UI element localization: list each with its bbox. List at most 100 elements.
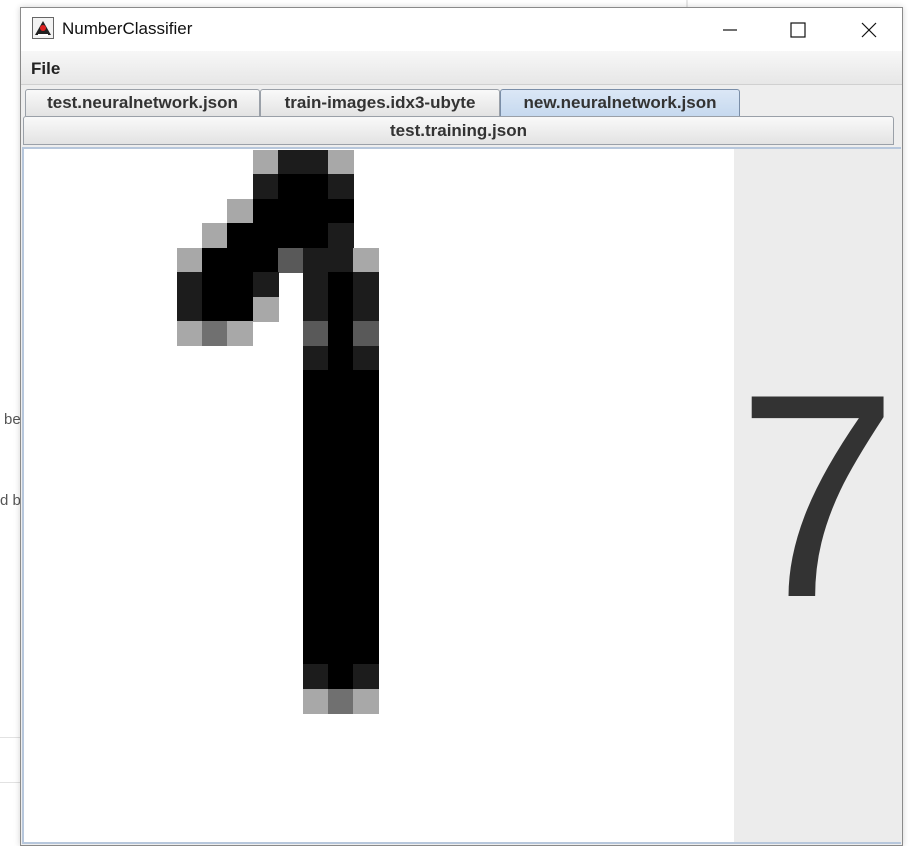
- minimize-icon: [723, 28, 737, 31]
- digit-pixel: [303, 346, 329, 371]
- digit-pixel: [353, 591, 379, 616]
- digit-pixel: [328, 566, 354, 591]
- digit-pixel: [353, 640, 379, 665]
- digit-pixel: [177, 248, 203, 273]
- digit-pixel: [328, 199, 354, 224]
- digit-pixel: [253, 223, 279, 248]
- digit-pixel: [202, 248, 228, 273]
- digit-pixel: [202, 321, 228, 346]
- background-text: d b: [0, 492, 21, 509]
- prediction-panel: 7: [734, 149, 901, 842]
- digit-pixel: [328, 174, 354, 199]
- digit-pixel: [328, 615, 354, 640]
- digit-pixel: [227, 223, 253, 248]
- digit-pixel: [328, 395, 354, 420]
- close-icon: [861, 22, 877, 37]
- digit-pixel: [303, 370, 329, 395]
- digit-pixel: [227, 248, 253, 273]
- tab-new-neuralnetwork[interactable]: new.neuralnetwork.json: [500, 89, 740, 116]
- tab-train-images[interactable]: train-images.idx3-ubyte: [260, 89, 500, 116]
- digit-pixel: [328, 272, 354, 297]
- tab-test-neuralnetwork[interactable]: test.neuralnetwork.json: [25, 89, 260, 116]
- minimize-button[interactable]: [707, 8, 753, 51]
- background-document: be d b: [0, 0, 22, 846]
- digit-pixel: [303, 321, 329, 346]
- digit-pixel: [353, 297, 379, 322]
- digit-pixel: [353, 664, 379, 689]
- digit-pixel: [353, 395, 379, 420]
- digit-pixel: [303, 395, 329, 420]
- digit-pixel: [353, 615, 379, 640]
- digit-pixel: [303, 248, 329, 273]
- number-classifier-window: NumberClassifier File test.neuralnetwork…: [20, 7, 903, 846]
- tab-strip: test.neuralnetwork.json train-images.idx…: [21, 85, 902, 147]
- java-duke-icon: [32, 17, 54, 39]
- digit-pixel: [177, 297, 203, 322]
- digit-pixel: [353, 468, 379, 493]
- maximize-icon: [790, 21, 806, 38]
- digit-pixel: [353, 444, 379, 469]
- digit-pixel: [353, 542, 379, 567]
- background-divider: [0, 737, 20, 738]
- digit-pixel: [303, 419, 329, 444]
- digit-image-panel[interactable]: [24, 149, 734, 842]
- digit-pixel: [303, 223, 329, 248]
- digit-pixel: [278, 174, 304, 199]
- menu-bar: File: [21, 51, 902, 85]
- title-bar[interactable]: NumberClassifier: [21, 8, 902, 51]
- digit-pixel: [177, 321, 203, 346]
- digit-pixel: [328, 517, 354, 542]
- digit-pixel: [303, 493, 329, 518]
- maximize-button[interactable]: [775, 8, 821, 51]
- digit-pixel: [353, 517, 379, 542]
- digit-pixel: [202, 272, 228, 297]
- digit-pixel: [328, 542, 354, 567]
- digit-pixel: [253, 248, 279, 273]
- digit-pixel: [353, 272, 379, 297]
- digit-pixel: [328, 150, 354, 175]
- digit-pixel: [303, 272, 329, 297]
- digit-pixel: [303, 542, 329, 567]
- digit-pixel: [278, 248, 304, 273]
- digit-pixel: [303, 517, 329, 542]
- digit-pixel: [303, 468, 329, 493]
- digit-pixel: [353, 493, 379, 518]
- digit-pixel: [253, 174, 279, 199]
- window-title: NumberClassifier: [62, 19, 193, 38]
- digit-pixel: [328, 297, 354, 322]
- digit-pixel: [303, 199, 329, 224]
- background-text: be: [4, 411, 21, 428]
- digit-pixel: [303, 150, 329, 175]
- predicted-digit: 7: [736, 334, 899, 658]
- digit-pixel: [202, 223, 228, 248]
- digit-pixel: [303, 591, 329, 616]
- digit-pixel: [328, 664, 354, 689]
- digit-pixel: [303, 174, 329, 199]
- digit-pixel: [303, 640, 329, 665]
- digit-pixel: [328, 493, 354, 518]
- digit-pixel: [278, 150, 304, 175]
- digit-pixel: [328, 370, 354, 395]
- menu-file[interactable]: File: [31, 59, 60, 79]
- digit-pixel: [303, 689, 329, 714]
- digit-pixel: [253, 297, 279, 322]
- digit-pixel: [328, 321, 354, 346]
- digit-pixel: [353, 566, 379, 591]
- digit-pixel: [328, 689, 354, 714]
- digit-pixel: [353, 346, 379, 371]
- digit-pixel: [303, 664, 329, 689]
- digit-pixel: [353, 321, 379, 346]
- digit-pixel: [328, 640, 354, 665]
- digit-pixel: [328, 248, 354, 273]
- digit-pixel: [328, 419, 354, 444]
- tab-test-training[interactable]: test.training.json: [23, 116, 894, 145]
- digit-pixel: [253, 272, 279, 297]
- digit-pixel: [328, 468, 354, 493]
- digit-pixel: [227, 199, 253, 224]
- digit-pixel: [353, 370, 379, 395]
- digit-pixel: [328, 444, 354, 469]
- digit-pixel: [303, 615, 329, 640]
- digit-pixel: [353, 248, 379, 273]
- close-button[interactable]: [846, 8, 892, 51]
- digit-pixel: [328, 346, 354, 371]
